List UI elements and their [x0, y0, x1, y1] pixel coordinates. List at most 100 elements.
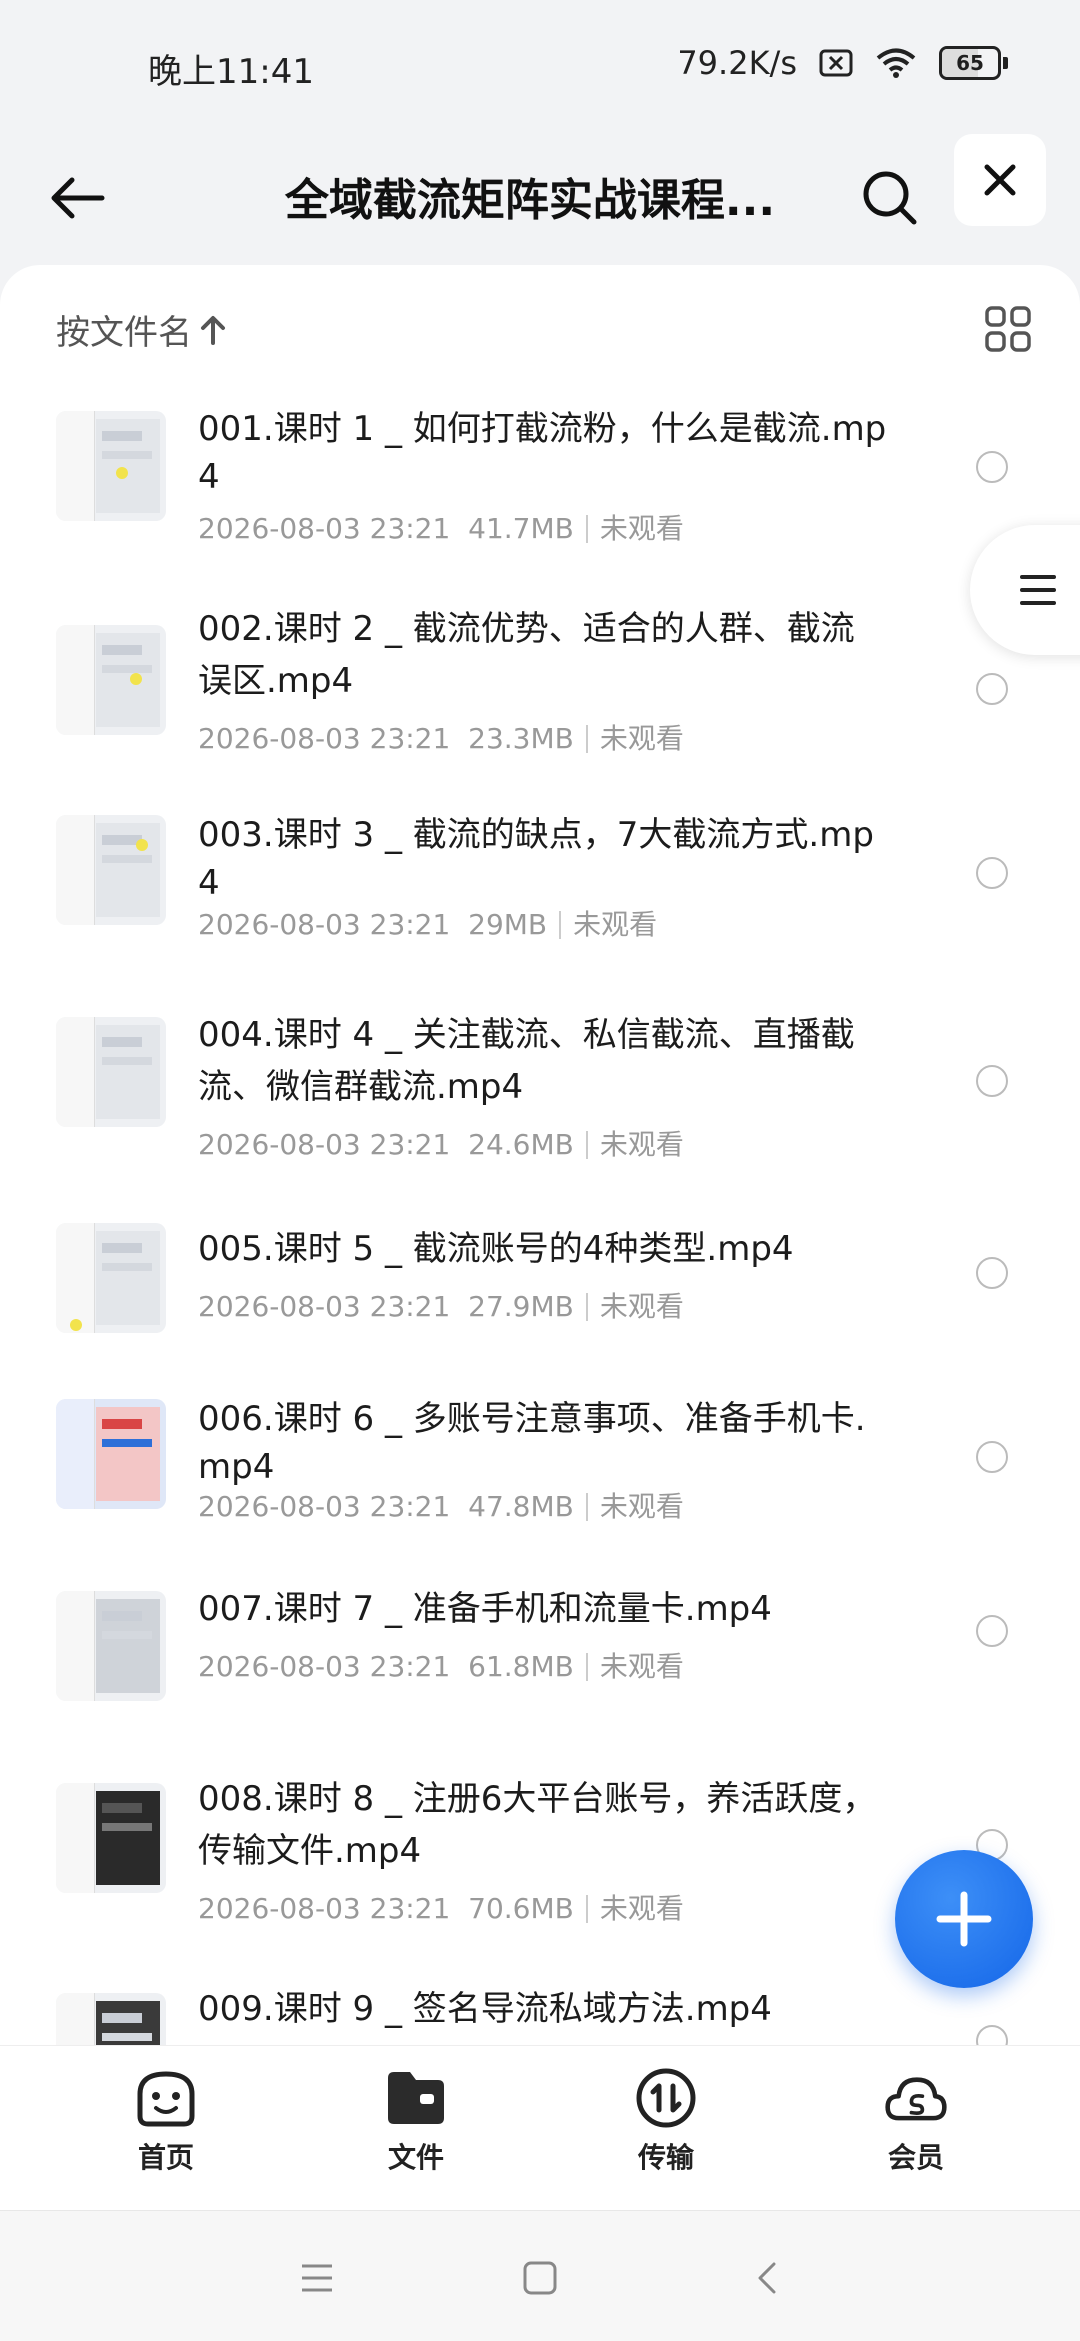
home-face-icon	[134, 2066, 198, 2130]
file-meta: 2026-08-03 23:21 23.3MB 未观看	[198, 717, 684, 757]
folder-icon	[384, 2066, 448, 2130]
back-button[interactable]	[38, 158, 118, 238]
video-thumbnail	[56, 1017, 166, 1127]
file-date: 2026-08-03 23:21	[198, 1650, 451, 1683]
chevron-left-icon	[758, 2262, 776, 2294]
add-button[interactable]	[895, 1850, 1033, 1988]
file-name: 004.课时 4 _ 关注截流、私信截流、直播截流、微信群截流.mp4	[198, 1015, 855, 1107]
file-name: 001.课时 1 _ 如何打截流粉，什么是截流.mp4	[198, 409, 887, 497]
file-date: 2026-08-03 23:21	[198, 1128, 451, 1161]
status-time: 晚上11:41	[148, 52, 314, 92]
watch-status: 未观看	[599, 1128, 684, 1161]
tab-label: 首页	[137, 2141, 194, 2174]
select-radio[interactable]	[976, 1065, 1008, 1097]
tab-files[interactable]: 文件	[336, 2066, 496, 2176]
file-date: 2026-08-03 23:21	[198, 722, 451, 755]
video-thumbnail	[56, 625, 166, 735]
cloud-member-icon	[884, 2066, 948, 2130]
file-date: 2026-08-03 23:21	[198, 1290, 451, 1323]
video-thumbnail	[56, 1223, 166, 1333]
battery-level: 65	[956, 51, 984, 75]
file-meta: 2026-08-03 23:21 24.6MB 未观看	[198, 1123, 684, 1163]
tab-label: 传输	[637, 2141, 694, 2174]
file-meta: 2026-08-03 23:21 29MB 未观看	[198, 903, 657, 943]
video-thumbnail	[56, 1399, 166, 1509]
grid-icon	[985, 306, 1031, 352]
grid-view-button[interactable]	[978, 299, 1038, 359]
file-size: 47.8MB	[468, 1490, 574, 1523]
tab-member[interactable]: 会员	[836, 2066, 996, 2176]
status-bar: 晚上11:41 79.2K/s 65	[0, 0, 1080, 130]
file-date: 2026-08-03 23:21	[198, 908, 451, 941]
select-radio[interactable]	[976, 451, 1008, 483]
close-icon	[984, 164, 1016, 196]
tab-label: 文件	[387, 2141, 444, 2174]
file-date: 2026-08-03 23:21	[198, 1892, 451, 1925]
status-right: 79.2K/s 65	[677, 44, 1008, 82]
file-size: 70.6MB	[468, 1892, 574, 1925]
network-speed: 79.2K/s	[677, 44, 797, 82]
transfer-icon	[634, 2066, 698, 2130]
close-button[interactable]	[954, 134, 1046, 226]
video-thumbnail	[56, 1591, 166, 1701]
tab-transfer[interactable]: 传输	[586, 2066, 746, 2176]
file-date: 2026-08-03 23:21	[198, 1490, 451, 1523]
file-name: 006.课时 6 _ 多账号注意事项、准备手机卡.mp4	[198, 1399, 866, 1487]
bottom-tab-bar: 首页 文件 传输 会员	[0, 2045, 1080, 2211]
video-thumbnail	[56, 411, 166, 521]
sim-blocked-icon	[819, 49, 853, 77]
back-nav-button[interactable]	[742, 2253, 792, 2303]
battery-icon: 65	[939, 46, 1008, 80]
file-name: 009.课时 9 _ 签名导流私域方法.mp4	[198, 1989, 772, 2029]
watch-status: 未观看	[599, 512, 684, 545]
watch-status: 未观看	[599, 722, 684, 755]
select-radio[interactable]	[976, 1257, 1008, 1289]
home-button[interactable]	[515, 2253, 565, 2303]
file-size: 29MB	[468, 908, 548, 941]
select-radio[interactable]	[976, 1615, 1008, 1647]
file-name: 005.课时 5 _ 截流账号的4种类型.mp4	[198, 1229, 794, 1269]
arrow-left-icon	[51, 177, 105, 219]
file-meta: 2026-08-03 23:21 41.7MB 未观看	[198, 507, 684, 547]
tab-home[interactable]: 首页	[86, 2066, 246, 2176]
recent-apps-button[interactable]	[292, 2253, 342, 2303]
file-size: 23.3MB	[468, 722, 574, 755]
file-name: 007.课时 7 _ 准备手机和流量卡.mp4	[198, 1589, 772, 1629]
video-thumbnail	[56, 1783, 166, 1893]
select-radio[interactable]	[976, 673, 1008, 705]
plus-icon	[936, 1891, 992, 1947]
file-list-card: 按文件名 001.课时 1 _ 如何打截流粉，什么是截流.mp4 2026-08…	[0, 265, 1080, 2045]
file-size: 27.9MB	[468, 1290, 574, 1323]
wifi-icon	[875, 47, 917, 79]
search-icon	[863, 171, 917, 225]
file-date: 2026-08-03 23:21	[198, 512, 451, 545]
file-name: 003.课时 3 _ 截流的缺点，7大截流方式.mp4	[198, 815, 874, 903]
sort-label: 按文件名	[56, 313, 192, 353]
file-meta: 2026-08-03 23:21 27.9MB 未观看	[198, 1285, 684, 1325]
video-thumbnail	[56, 1993, 166, 2045]
tab-label: 会员	[887, 2141, 944, 2174]
watch-status: 未观看	[599, 1892, 684, 1925]
arrow-up-icon	[201, 315, 225, 345]
sort-toggle[interactable]: 按文件名	[56, 305, 226, 354]
watch-status: 未观看	[599, 1290, 684, 1323]
file-name: 002.课时 2 _ 截流优势、适合的人群、截流误区.mp4	[198, 609, 855, 701]
file-meta: 2026-08-03 23:21 70.6MB 未观看	[198, 1887, 684, 1927]
select-radio[interactable]	[976, 2025, 1008, 2045]
page-title: 全域截流矩阵实战课程...	[284, 175, 776, 226]
watch-status: 未观看	[599, 1650, 684, 1683]
search-button[interactable]	[850, 158, 930, 238]
select-radio[interactable]	[976, 1441, 1008, 1473]
watch-status: 未观看	[599, 1490, 684, 1523]
file-meta: 2026-08-03 23:21 61.8MB 未观看	[198, 1645, 684, 1685]
select-radio[interactable]	[976, 857, 1008, 889]
menu-icon	[1020, 575, 1056, 605]
menu-lines-icon	[302, 2264, 332, 2292]
file-size: 41.7MB	[468, 512, 574, 545]
file-name: 008.课时 8 _ 注册6大平台账号，养活跃度，传输文件.mp4	[198, 1779, 877, 1871]
square-icon	[523, 2261, 557, 2295]
file-size: 61.8MB	[468, 1650, 574, 1683]
watch-status: 未观看	[573, 908, 658, 941]
file-size: 24.6MB	[468, 1128, 574, 1161]
app-header: 全域截流矩阵实战课程...	[0, 130, 1080, 260]
